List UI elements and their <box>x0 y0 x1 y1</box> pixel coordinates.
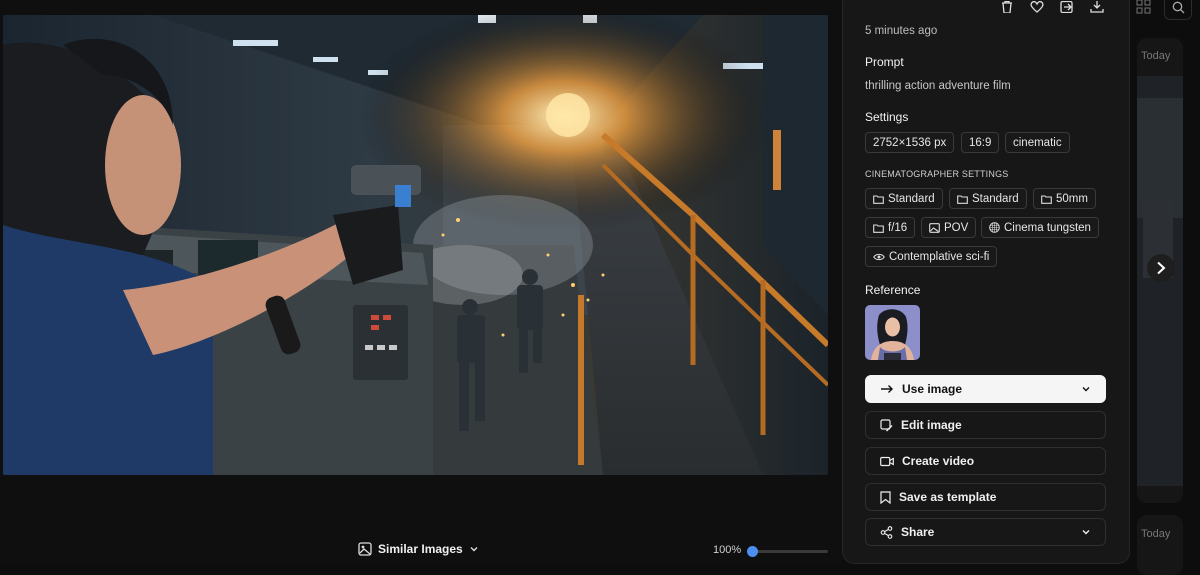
prompt-heading: Prompt <box>865 55 904 69</box>
cinematographer-heading: CINEMATOGRAPHER SETTINGS <box>865 169 1009 179</box>
search-icon <box>1172 1 1184 13</box>
grid-icon <box>989 222 1000 233</box>
share-label: Share <box>901 525 935 539</box>
similar-images-button[interactable]: Similar Images <box>358 542 479 556</box>
cine-chip-mood[interactable]: Contemplative sci-fi <box>865 246 998 267</box>
chevron-down-icon <box>1082 387 1090 392</box>
next-image-button[interactable] <box>1147 254 1175 282</box>
gallery-card[interactable] <box>1137 515 1183 575</box>
created-time: 5 minutes ago <box>865 25 938 37</box>
date-group-label: Today <box>1141 528 1171 540</box>
grid-view-icon[interactable] <box>1136 0 1156 16</box>
image-icon <box>929 222 940 233</box>
similar-images-label: Similar Images <box>378 542 463 556</box>
folder-icon <box>873 223 884 233</box>
zoom-slider-track[interactable] <box>752 550 828 553</box>
save-template-button[interactable]: Save as template <box>865 483 1106 511</box>
arrow-right-icon <box>881 385 893 393</box>
settings-heading: Settings <box>865 110 909 124</box>
cine-chip-lighting[interactable]: Cinema tungsten <box>981 217 1099 238</box>
share-button[interactable]: Share <box>865 518 1106 546</box>
heart-icon[interactable] <box>1030 0 1046 13</box>
folder-icon <box>1041 194 1052 204</box>
setting-aspect-ratio: 16:9 <box>961 132 1000 153</box>
export-icon[interactable] <box>1060 0 1076 14</box>
trash-icon[interactable] <box>1000 0 1016 14</box>
save-template-label: Save as template <box>899 490 997 504</box>
cine-chip-focal-length[interactable]: 50mm <box>1033 188 1096 209</box>
edit-image-label: Edit image <box>901 418 962 432</box>
zoom-slider-thumb[interactable] <box>747 546 758 557</box>
generated-image[interactable] <box>3 15 828 475</box>
folder-icon <box>873 194 884 204</box>
share-icon <box>880 525 893 539</box>
reference-image[interactable] <box>865 305 920 360</box>
use-image-label: Use image <box>902 382 963 396</box>
setting-style: cinematic <box>1005 132 1070 153</box>
create-video-label: Create video <box>902 454 975 468</box>
zoom-level: 100% <box>713 544 742 556</box>
image-actions <box>1000 0 1106 14</box>
cine-chip-pov[interactable]: POV <box>921 217 977 238</box>
video-camera-icon <box>880 456 894 466</box>
folder-icon <box>957 194 968 204</box>
image-stage: Similar Images 100% <box>0 0 842 564</box>
prompt-text: thrilling action adventure film <box>865 80 1011 92</box>
cine-chip-camera[interactable]: Standard <box>865 188 943 209</box>
reference-heading: Reference <box>865 283 921 297</box>
download-icon[interactable] <box>1090 0 1106 13</box>
eye-icon <box>873 253 885 260</box>
chevron-down-icon <box>470 547 478 552</box>
chevron-down-icon <box>1082 530 1090 535</box>
edit-image-button[interactable]: Edit image <box>865 411 1106 439</box>
bookmark-icon <box>880 490 891 504</box>
edit-image-icon <box>880 418 893 431</box>
setting-resolution: 2752×1536 px <box>865 132 955 153</box>
search-button[interactable] <box>1164 0 1192 20</box>
chevron-right-icon <box>1157 261 1166 275</box>
cine-chip-aperture[interactable]: f/16 <box>865 217 916 238</box>
create-video-button[interactable]: Create video <box>865 447 1106 475</box>
date-group-label: Today <box>1141 50 1171 62</box>
use-image-button[interactable]: Use image <box>865 375 1106 403</box>
cine-chip-lens[interactable]: Standard <box>949 188 1027 209</box>
similar-images-icon <box>358 542 372 556</box>
